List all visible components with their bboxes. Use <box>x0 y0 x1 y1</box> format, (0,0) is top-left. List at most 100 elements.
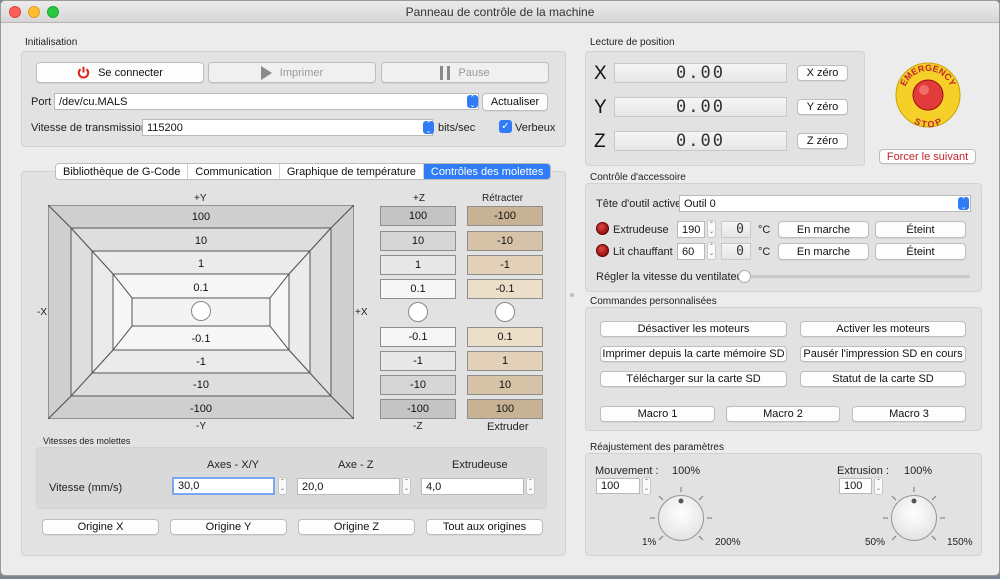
jog-e-retract-100[interactable]: -100 <box>467 206 543 226</box>
emergency-stop-highlight <box>919 85 929 95</box>
fan-slider-thumb[interactable] <box>738 270 751 283</box>
print-from-sd-button[interactable]: Imprimer depuis la carte mémoire SD <box>600 346 787 362</box>
tool-select[interactable]: Outil 0 <box>679 195 971 212</box>
motors-off-button[interactable]: Désactiver les moteurs <box>600 321 787 337</box>
jog-z-plus-10[interactable]: 10 <box>380 231 456 251</box>
extruder-setpoint-input[interactable]: 190 <box>677 221 705 238</box>
jog-e-retract-1[interactable]: -1 <box>467 255 543 275</box>
extruder-unit: °C <box>758 224 771 236</box>
chevron-updown-icon[interactable]: ⌃ ⌄ <box>958 197 969 211</box>
macro-2-button[interactable]: Macro 2 <box>726 406 840 422</box>
jog-e-retract-01[interactable]: -0.1 <box>467 279 543 299</box>
chevron-updown-icon[interactable]: ⌃ ⌄ <box>423 121 434 135</box>
extrusion-input[interactable]: 100 <box>839 478 872 494</box>
jog-z-minus-01[interactable]: -0.1 <box>380 327 456 347</box>
y-step-label: -0.1 <box>192 333 211 345</box>
motors-on-button[interactable]: Activer les moteurs <box>800 321 966 337</box>
jog-e-extrude-100[interactable]: 100 <box>467 399 543 419</box>
speed-e-stepper[interactable]: ⌃ ⌄ <box>526 477 535 495</box>
verbose-checkbox[interactable]: ✓ <box>499 120 512 133</box>
minus-z-label: -Z <box>413 421 423 432</box>
jog-x-minus-100[interactable] <box>48 205 72 419</box>
extrude-label: Extruder <box>487 421 529 433</box>
jog-e-extrude-01[interactable]: 0.1 <box>467 327 543 347</box>
verbose-label: Verbeux <box>515 122 556 134</box>
jog-z-plus-100[interactable]: 100 <box>380 206 456 226</box>
baud-label: Vitesse de transmission <box>31 122 147 134</box>
jog-x-plus-10[interactable] <box>309 226 332 398</box>
pause-icon <box>440 65 451 80</box>
x-zero-button[interactable]: X zéro <box>797 65 848 81</box>
e-center-button[interactable] <box>495 302 515 322</box>
speed-e-input[interactable]: 4,0 <box>421 478 524 495</box>
z-axis-label: Z <box>594 131 606 152</box>
bed-setpoint-input[interactable]: 60 <box>677 243 705 260</box>
macro-1-button[interactable]: Macro 1 <box>600 406 715 422</box>
custom-section-title: Commandes personnalisées <box>590 296 717 307</box>
power-icon <box>77 66 90 79</box>
y-zero-button[interactable]: Y zéro <box>797 99 848 115</box>
accessory-section-title: Contrôle d'accessoire <box>590 172 686 183</box>
bed-on-button[interactable]: En marche <box>778 243 869 260</box>
tab-jog-controls[interactable]: Contrôles des molettes <box>423 164 551 179</box>
chevron-updown-icon[interactable]: ⌃ ⌄ <box>467 95 478 109</box>
minimize-window-icon[interactable] <box>28 6 40 18</box>
print-button[interactable]: Imprimer <box>208 62 376 83</box>
upload-sd-button[interactable]: Télécharger sur la carte SD <box>600 371 787 387</box>
xy-center-button[interactable] <box>191 301 211 321</box>
tab-gcode-library[interactable]: Bibliothèque de G-Code <box>56 164 189 179</box>
zoom-window-icon[interactable] <box>47 6 59 18</box>
extruder-setpoint-stepper[interactable]: ⌃ ⌄ <box>707 220 716 238</box>
tool-value: Outil 0 <box>684 197 716 210</box>
home-x-button[interactable]: Origine X <box>42 519 159 535</box>
pause-label: Pause <box>458 66 490 79</box>
extruder-on-button[interactable]: En marche <box>778 221 869 238</box>
pause-button[interactable]: Pause <box>381 62 549 83</box>
jog-x-minus-10[interactable] <box>70 226 93 398</box>
home-z-button[interactable]: Origine Z <box>298 519 415 535</box>
pause-sd-button[interactable]: Pausér l'impression SD en cours <box>800 346 966 362</box>
movement-label: Mouvement : <box>595 465 659 477</box>
movement-dial-ticks <box>650 487 712 541</box>
speed-xy-input[interactable]: 30,0 <box>172 477 275 495</box>
y-step-label: -10 <box>193 379 209 391</box>
jog-e-extrude-1[interactable]: 1 <box>467 351 543 371</box>
fan-slider-track[interactable] <box>741 275 970 278</box>
z-center-button[interactable] <box>408 302 428 322</box>
baud-select[interactable]: 115200 <box>142 119 433 136</box>
baud-unit: bits/sec <box>438 122 476 134</box>
movement-input[interactable]: 100 <box>596 478 640 494</box>
jog-z-minus-100[interactable]: -100 <box>380 399 456 419</box>
jog-x-plus-100[interactable] <box>330 205 354 419</box>
bed-setpoint-stepper[interactable]: ⌃ ⌄ <box>707 242 716 260</box>
z-zero-button[interactable]: Z zéro <box>797 133 848 149</box>
tab-communication[interactable]: Communication <box>188 164 280 179</box>
sd-status-button[interactable]: Statut de la carte SD <box>800 371 966 387</box>
speed-xy-stepper[interactable]: ⌃ ⌄ <box>278 477 287 495</box>
connect-button[interactable]: Se connecter <box>36 62 204 83</box>
title-bar: Panneau de contrôle de la machine <box>1 1 999 23</box>
extruder-off-button[interactable]: Éteint <box>875 221 966 238</box>
refresh-button[interactable]: Actualiser <box>482 93 548 111</box>
bed-off-button[interactable]: Éteint <box>875 243 966 260</box>
jog-e-extrude-10[interactable]: 10 <box>467 375 543 395</box>
force-next-button[interactable]: Forcer le suivant <box>879 149 976 164</box>
y-step-label: -100 <box>190 403 212 415</box>
tab-temperature-graph[interactable]: Graphique de température <box>280 164 424 179</box>
close-window-icon[interactable] <box>9 6 21 18</box>
home-all-button[interactable]: Tout aux origines <box>426 519 543 535</box>
connect-label: Se connecter <box>98 66 163 79</box>
jog-z-minus-10[interactable]: -10 <box>380 375 456 395</box>
port-select[interactable]: /dev/cu.MALS <box>54 93 479 110</box>
jog-z-minus-1[interactable]: -1 <box>380 351 456 371</box>
macro-3-button[interactable]: Macro 3 <box>852 406 966 422</box>
jog-z-plus-1[interactable]: 1 <box>380 255 456 275</box>
speed-z-input[interactable]: 20,0 <box>297 478 400 495</box>
plus-x-label: +X <box>355 307 368 318</box>
splitter-handle[interactable] <box>570 293 574 297</box>
speed-z-stepper[interactable]: ⌃ ⌄ <box>402 477 411 495</box>
jog-z-plus-01[interactable]: 0.1 <box>380 279 456 299</box>
home-y-button[interactable]: Origine Y <box>170 519 287 535</box>
jog-e-retract-10[interactable]: -10 <box>467 231 543 251</box>
emergency-stop-button[interactable]: EMERGENCY STOP <box>894 61 962 129</box>
